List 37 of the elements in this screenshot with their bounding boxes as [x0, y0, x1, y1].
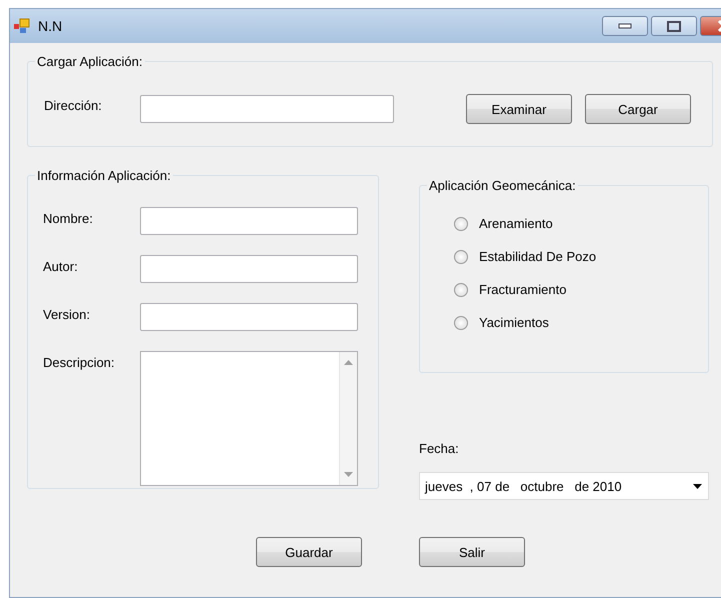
field-label: Autor:	[43, 258, 79, 274]
window-title: N.N	[38, 18, 64, 34]
radio-button[interactable]	[454, 217, 468, 231]
text-field[interactable]	[140, 255, 358, 283]
radio-label: Yacimientos	[479, 315, 549, 331]
maximize-button[interactable]	[651, 16, 697, 36]
save-button[interactable]: Guardar	[256, 537, 362, 567]
minimize-icon	[618, 23, 632, 29]
radio-label: Estabilidad De Pozo	[479, 249, 596, 265]
radio-label: Fracturamiento	[479, 282, 566, 298]
field-label: Version:	[43, 306, 91, 322]
radio-button[interactable]	[454, 283, 468, 297]
load-button[interactable]: Cargar	[585, 94, 691, 124]
minimize-button[interactable]	[602, 16, 648, 36]
scrollbar[interactable]	[339, 352, 357, 485]
text-field[interactable]	[140, 207, 358, 235]
text-field[interactable]	[140, 303, 358, 331]
field-label: Nombre:	[43, 210, 94, 226]
scroll-down-icon[interactable]	[344, 472, 353, 477]
field-label: Descripcion:	[43, 354, 116, 370]
group-title: Cargar Aplicación:	[35, 54, 144, 69]
radio-label: Arenamiento	[479, 216, 553, 232]
description-field[interactable]	[140, 351, 358, 486]
address-label: Dirección:	[44, 98, 103, 112]
group-title: Información Aplicación:	[35, 168, 173, 183]
scroll-up-icon[interactable]	[344, 360, 353, 365]
address-field[interactable]	[140, 95, 394, 123]
window-icon	[14, 18, 30, 34]
date-picker[interactable]: jueves , 07 de octubre de 2010	[419, 472, 709, 500]
dropdown-arrow-icon	[693, 484, 702, 488]
radio-button[interactable]	[454, 250, 468, 264]
group-title: Aplicación Geomecánica:	[427, 178, 578, 193]
date-label: Fecha:	[419, 441, 460, 456]
radio-button[interactable]	[454, 316, 468, 330]
browse-button[interactable]: Examinar	[466, 94, 572, 124]
exit-button[interactable]: Salir	[419, 537, 525, 567]
maximize-icon	[667, 20, 681, 32]
